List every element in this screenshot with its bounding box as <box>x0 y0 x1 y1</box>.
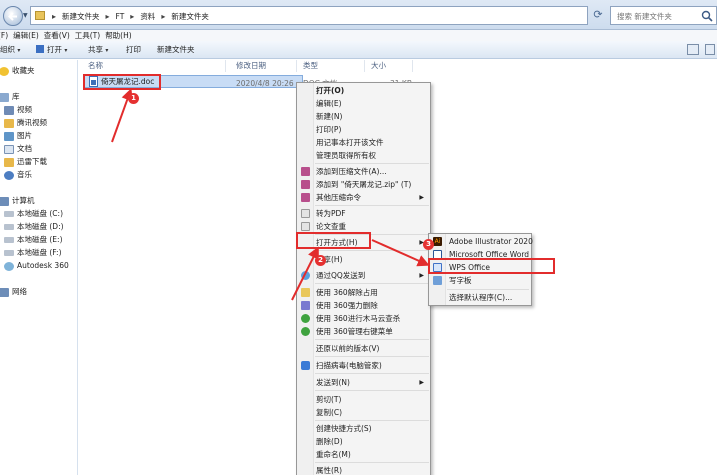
step-badge: 3 <box>423 239 434 250</box>
annotation-arrows <box>111 88 430 301</box>
step-badge: 2 <box>315 255 326 266</box>
arrow-2 <box>291 246 319 301</box>
step-badge: 1 <box>128 93 139 104</box>
arrow-3 <box>371 239 430 267</box>
